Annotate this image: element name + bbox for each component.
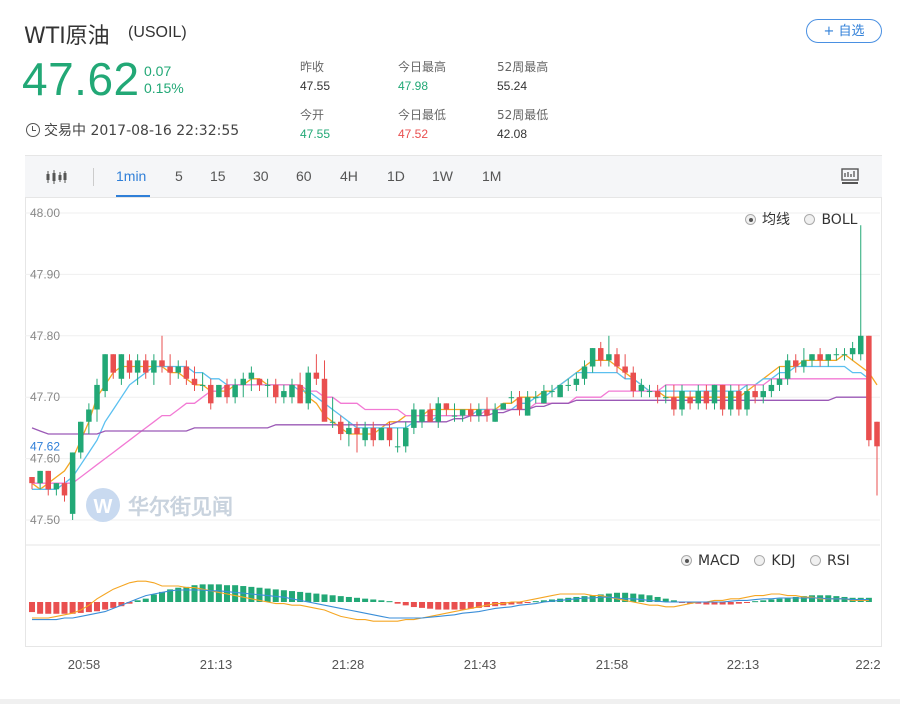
time-tick-label: 21:28 — [332, 657, 365, 672]
page-footer-bar — [0, 699, 900, 704]
time-tick-label: 21:13 — [200, 657, 233, 672]
instrument-symbol: (USOIL) — [128, 24, 187, 41]
stat-label: 昨收 — [300, 60, 325, 74]
period-30[interactable]: 30 — [253, 168, 269, 184]
stat-label: 今日最高 — [398, 60, 447, 74]
stat-52w-low: 52周最低 42.08 — [497, 107, 548, 142]
stat-value: 47.55 — [300, 127, 331, 141]
stat-value: 55.24 — [497, 79, 528, 93]
radio-rsi[interactable]: RSI — [809, 553, 850, 569]
radio-label: RSI — [826, 553, 850, 569]
chart-toolbar: 1min 5 15 30 60 4H 1D 1W 1M — [25, 156, 882, 198]
time-tick-label: 21:43 — [464, 657, 497, 672]
radio-label: BOLL — [821, 212, 858, 228]
time-axis: 20:58 21:13 21:28 21:43 21:58 22:13 22:2 — [68, 657, 881, 672]
time-tick-label: 21:58 — [596, 657, 629, 672]
time-tick-label: 22:2 — [855, 657, 880, 672]
radio-dot — [745, 214, 756, 225]
radio-dot — [754, 555, 766, 566]
radio-ma[interactable]: 均线 — [745, 209, 790, 229]
stat-value: 42.08 — [497, 127, 528, 141]
stat-label: 今开 — [300, 108, 325, 122]
radio-dot — [681, 555, 692, 566]
stat-value: 47.55 — [300, 79, 331, 93]
candlestick-icon[interactable] — [45, 169, 67, 185]
stat-open: 今开 47.55 — [300, 107, 330, 142]
trading-status: 交易中 2017-08-16 22:32:55 — [26, 120, 239, 140]
radio-label: KDJ — [771, 553, 796, 569]
stat-prev-close: 昨收 47.55 — [300, 59, 330, 94]
radio-macd[interactable]: MACD — [681, 553, 740, 569]
period-5[interactable]: 5 — [175, 168, 183, 184]
period-1m[interactable]: 1M — [482, 168, 501, 184]
period-15[interactable]: 15 — [210, 168, 226, 184]
radio-dot — [809, 555, 821, 566]
period-1w[interactable]: 1W — [432, 168, 453, 184]
price-change: 0.07 0.15% — [144, 63, 184, 97]
radio-label: 均线 — [762, 212, 790, 228]
stat-label: 今日最低 — [398, 108, 447, 122]
add-watchlist-button[interactable]: + 自选 — [806, 19, 882, 43]
sub-indicator-selector: MACD KDJ RSI — [681, 553, 860, 569]
stat-day-high: 今日最高 47.98 — [398, 59, 446, 94]
period-1min[interactable]: 1min — [116, 168, 146, 184]
radio-dot — [804, 214, 816, 225]
radio-boll[interactable]: BOLL — [804, 212, 857, 228]
time-tick-label: 22:13 — [727, 657, 760, 672]
instrument-title: WTI原油 — [24, 24, 110, 49]
stat-value: 47.52 — [398, 127, 429, 141]
current-price: 47.62 — [22, 53, 140, 105]
time-tick-label: 20:58 — [68, 657, 101, 672]
radio-label: MACD — [698, 553, 740, 569]
period-4h[interactable]: 4H — [340, 168, 358, 184]
status-text: 交易中 2017-08-16 22:32:55 — [44, 123, 240, 139]
period-1d[interactable]: 1D — [387, 168, 405, 184]
screen-icon[interactable] — [841, 167, 859, 185]
stat-day-low: 今日最低 47.52 — [398, 107, 446, 142]
clock-icon — [26, 123, 40, 137]
active-period-underline — [116, 195, 150, 197]
stat-label: 52周最低 — [497, 108, 549, 122]
stat-52w-high: 52周最高 55.24 — [497, 59, 548, 94]
stat-value: 47.98 — [398, 79, 429, 93]
period-60[interactable]: 60 — [296, 168, 312, 184]
change-percent: 0.15% — [144, 80, 184, 96]
radio-kdj[interactable]: KDJ — [754, 553, 796, 569]
stat-label: 52周最高 — [497, 60, 549, 74]
main-indicator-selector: 均线 BOLL — [745, 209, 867, 229]
toolbar-divider — [93, 168, 94, 186]
change-value: 0.07 — [144, 63, 172, 79]
